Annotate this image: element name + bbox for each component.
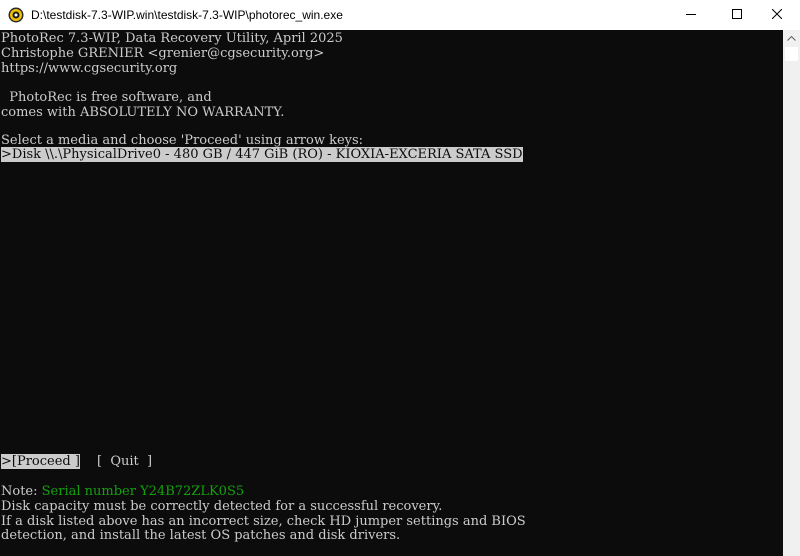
- window-title: D:\testdisk-7.3-WIP.win\testdisk-7.3-WIP…: [31, 8, 343, 22]
- select-prompt: Select a media and choose 'Proceed' usin…: [1, 133, 364, 148]
- quit-button[interactable]: [ Quit ]: [97, 454, 152, 469]
- note-line: Note: Serial number Y24B72ZLK0S5: [1, 484, 244, 499]
- note-text: detection, and install the latest OS pat…: [1, 528, 401, 543]
- note-text: Disk capacity must be correctly detected…: [1, 499, 443, 514]
- header-line: PhotoRec 7.3-WIP, Data Recovery Utility,…: [1, 31, 343, 46]
- close-button[interactable]: [754, 0, 800, 30]
- header-line: Christophe GRENIER <grenier@cgsecurity.o…: [1, 46, 325, 61]
- photorec-app-icon: [8, 7, 24, 23]
- note-text: If a disk listed above has an incorrect …: [1, 514, 526, 529]
- header-line: https://www.cgsecurity.org: [1, 61, 178, 76]
- console-output: PhotoRec 7.3-WIP, Data Recovery Utility,…: [0, 30, 783, 556]
- proceed-button[interactable]: >[Proceed ]: [1, 454, 80, 469]
- close-icon: [771, 6, 783, 24]
- scroll-up-arrow-icon[interactable]: [783, 30, 800, 47]
- license-line: comes with ABSOLUTELY NO WARRANTY.: [1, 105, 285, 120]
- disk-entry-selected[interactable]: >Disk \\.\PhysicalDrive0 - 480 GB / 447 …: [1, 147, 523, 162]
- scroll-thumb[interactable]: [785, 47, 798, 61]
- title-bar[interactable]: D:\testdisk-7.3-WIP.win\testdisk-7.3-WIP…: [0, 0, 800, 30]
- vertical-scrollbar[interactable]: [783, 30, 800, 556]
- minimize-icon: [686, 6, 696, 24]
- minimize-button[interactable]: [668, 0, 714, 30]
- serial-number: Serial number Y24B72ZLK0S5: [41, 484, 245, 499]
- maximize-icon: [732, 6, 742, 24]
- console-window: D:\testdisk-7.3-WIP.win\testdisk-7.3-WIP…: [0, 0, 800, 556]
- license-line: PhotoRec is free software, and: [1, 90, 212, 105]
- note-label: Note:: [1, 484, 42, 499]
